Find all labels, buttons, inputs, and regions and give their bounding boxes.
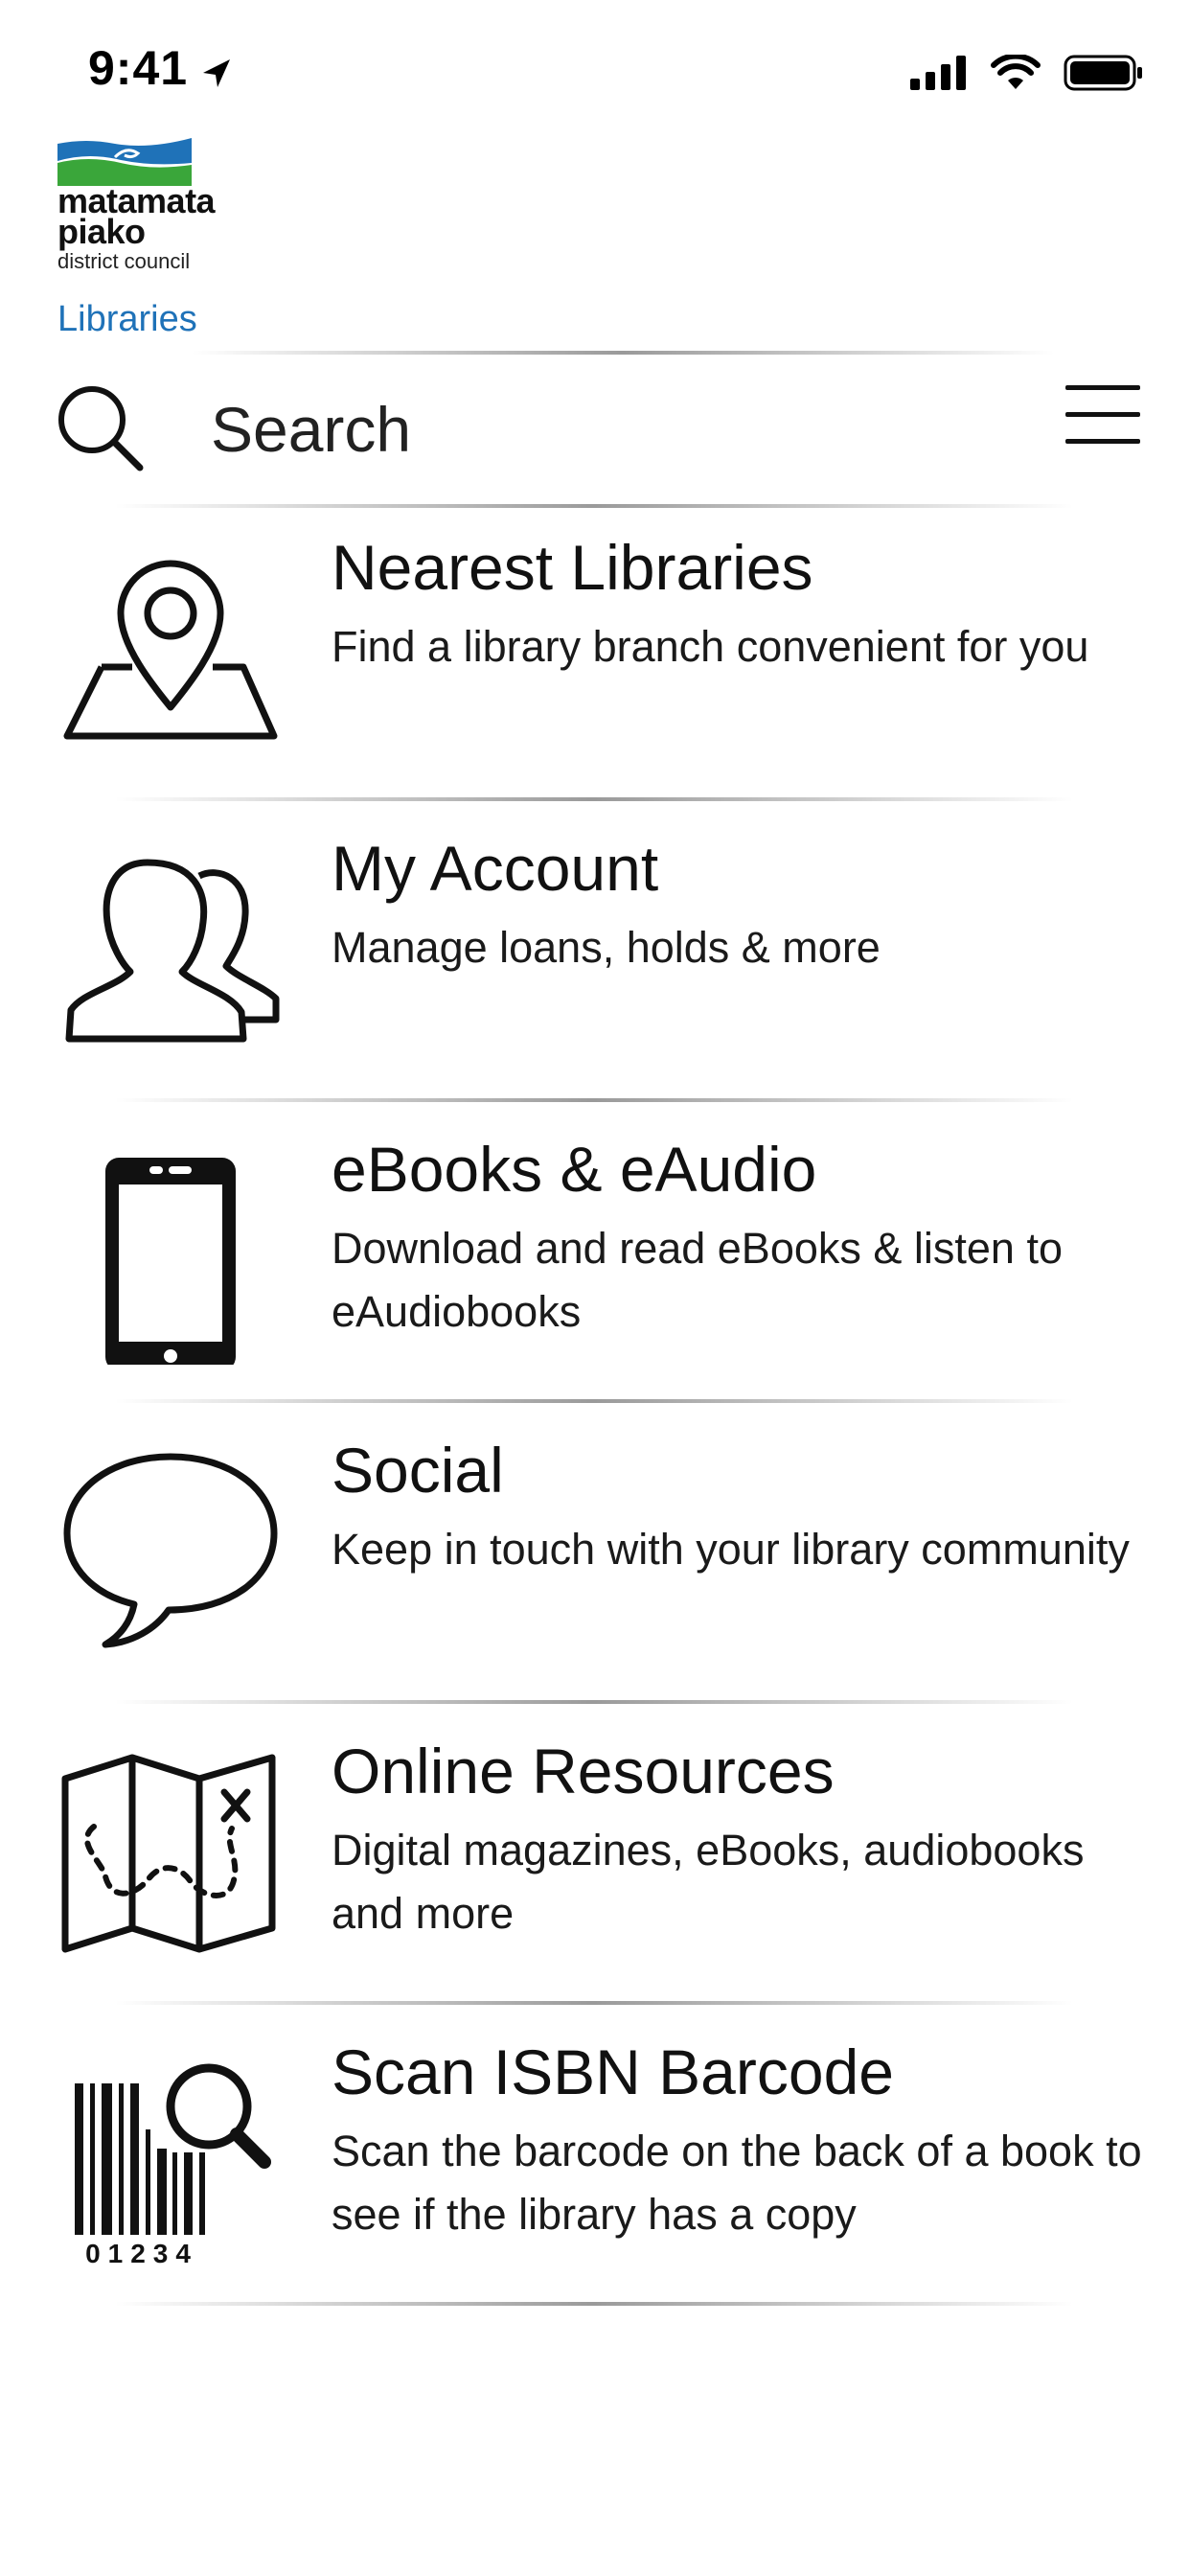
menu-divider (115, 2001, 1073, 2005)
barcode-search-icon: 01234 (75, 2063, 271, 2267)
menu-item-title: Online Resources (332, 1736, 835, 1806)
users-icon (65, 859, 280, 1043)
signal-icon (910, 56, 966, 90)
menu-divider (115, 1700, 1073, 1704)
menu-item-description: Digital magazines, eBooks, audiobooks an… (332, 1826, 1085, 1938)
menu-item-online-resources[interactable]: Online Resources Digital magazines, eBoo… (0, 1715, 1190, 2018)
menu-line-icon (1065, 412, 1140, 417)
menu-item-description: Scan the barcode on the back of a book t… (332, 2127, 1142, 2239)
menu-divider (115, 1098, 1073, 1102)
menu-line-icon (1065, 439, 1140, 444)
menu-item-social[interactable]: Social Keep in touch with your library c… (0, 1414, 1190, 1717)
menu-item-scan-isbn[interactable]: 01234 Scan ISBN Barcode Scan the barcode… (0, 2016, 1190, 2319)
menu-item-description: Find a library branch convenient for you (332, 622, 1089, 671)
speech-bubble-icon (63, 1453, 278, 1648)
council-logo: matamata piako district council (57, 136, 287, 274)
menu-item-description: Keep in touch with your library communit… (332, 1525, 1130, 1574)
header-divider (192, 351, 1054, 355)
menu-item-title: Scan ISBN Barcode (332, 2036, 894, 2107)
battery-icon (1064, 55, 1142, 91)
hamburger-menu-button[interactable] (1058, 374, 1144, 450)
phone-icon (105, 1158, 236, 1365)
menu-line-icon (1065, 385, 1140, 390)
menu-item-title: Nearest Libraries (332, 532, 813, 603)
menu-item-title: Social (332, 1435, 504, 1506)
logo-subtitle: district council (57, 249, 191, 273)
logo-wave-icon (57, 138, 192, 186)
status-indicators (910, 50, 1144, 96)
menu-item-my-account[interactable]: My Account Manage loans, holds & more (0, 813, 1190, 1116)
map-pin-icon (63, 560, 278, 740)
wifi-icon (991, 55, 1041, 89)
treasure-map-icon (61, 1754, 276, 1953)
menu-divider (115, 797, 1073, 801)
search-divider (115, 504, 1073, 508)
menu-item-title: My Account (332, 833, 659, 904)
search-bar (0, 356, 1190, 502)
menu-divider (115, 1399, 1073, 1403)
menu-item-description: Download and read eBooks & listen to eAu… (332, 1224, 1063, 1336)
menu-item-nearest-libraries[interactable]: Nearest Libraries Find a library branch … (0, 512, 1190, 815)
menu-item-description: Manage loans, holds & more (332, 923, 881, 972)
menu-item-ebooks-eaudio[interactable]: eBooks & eAudio Download and read eBooks… (0, 1114, 1190, 1416)
status-time: 9:41 (88, 41, 189, 95)
menu-item-title: eBooks & eAudio (332, 1134, 817, 1205)
libraries-label: Libraries (57, 299, 197, 339)
logo-word-piako: piako (57, 212, 146, 251)
search-icon[interactable] (54, 381, 146, 473)
search-input[interactable] (211, 393, 977, 466)
location-arrow-icon (203, 59, 230, 87)
status-bar: 9:41 (0, 0, 1190, 144)
menu-divider (115, 2302, 1073, 2306)
barcode-digits: 01234 (85, 2239, 198, 2267)
